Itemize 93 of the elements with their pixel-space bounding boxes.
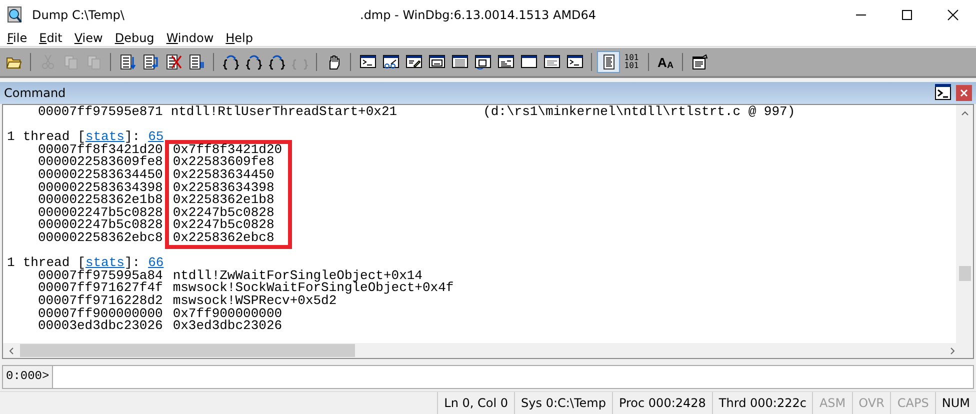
thread-id-link[interactable]: 66	[148, 257, 164, 270]
status-field: Thrd 000:222c	[712, 392, 812, 414]
stack-address: 00007ff9716228d2	[38, 294, 163, 308]
pane-title: Command	[4, 86, 66, 100]
status-field: NUM	[934, 392, 976, 414]
stack-address: 00003ed3dbc23026	[38, 320, 163, 333]
stack-address: 00007ff8f3421d20	[38, 144, 163, 156]
bracket-text: [	[78, 131, 86, 144]
stack-address: 000002258362e1b8	[38, 194, 163, 207]
menu-item[interactable]: Debug	[108, 30, 160, 46]
stack-symbol: 0x7ff900000000	[172, 308, 282, 320]
stack-symbol: 0x2247b5c0828	[172, 219, 274, 232]
scroll-right-icon	[950, 346, 955, 354]
page-icon	[600, 54, 616, 70]
horizontal-scrollbar[interactable]	[2, 343, 974, 359]
stack-symbol: 0x2258362ebc8	[172, 232, 274, 245]
stack-address: 0000022583609fe8	[38, 156, 163, 169]
stack-symbol: 0x3ed3dbc23026	[172, 320, 282, 333]
stack-symbol: 0x22583609fe8	[172, 156, 274, 169]
blank-window-icon	[520, 54, 536, 70]
thread-count: 1	[7, 257, 15, 270]
close-icon	[947, 9, 959, 21]
window-title: .dmp - WinDbg:6.13.0014.1513 AMD64	[360, 8, 596, 22]
stack-symbol: mswsock!WSPRecv+0x5d2	[172, 294, 337, 308]
stack-address: 00007ff900000000	[38, 308, 163, 320]
status-field: ASM	[812, 392, 852, 414]
prompt-window-icon	[360, 54, 376, 70]
list-bars-icon	[188, 54, 204, 70]
prompt-window-button[interactable]	[934, 84, 952, 102]
scrollbar-thumb[interactable]	[958, 266, 970, 281]
braces-arrow-icon	[222, 54, 238, 70]
list-loop-icon	[142, 54, 158, 70]
stack-address: 00007ff971627f4f	[38, 282, 163, 295]
stack-address: 00007ff975995a84	[38, 270, 163, 282]
list-arrow-icon	[120, 54, 136, 70]
page-button[interactable]	[597, 51, 620, 73]
stacked-windows-icon	[474, 54, 490, 70]
stack-address: 000002247b5c0828	[38, 219, 163, 232]
stats-link[interactable]: stats	[85, 131, 124, 144]
bracket-text: ]:	[124, 131, 140, 144]
thread-count: 1	[7, 131, 15, 144]
scroll-up-icon	[960, 111, 968, 116]
menu-item[interactable]: Window	[160, 30, 220, 46]
thread-label: thread	[22, 257, 70, 270]
options-window-icon	[692, 54, 708, 70]
menu-item[interactable]: Help	[220, 30, 260, 46]
bracket-text: [	[78, 257, 86, 270]
stack-symbol: 0x22583634398	[172, 182, 274, 194]
stack-address: 0000022583634398	[38, 182, 163, 194]
status-field: Proc 000:2428	[612, 392, 712, 414]
scrollbar-thumb[interactable]	[20, 344, 355, 357]
paste-icon	[86, 54, 102, 70]
list-cross-icon	[166, 54, 182, 70]
magnifier-app-icon	[6, 6, 24, 24]
braces-arrow-icon	[246, 54, 262, 70]
prompt-window-icon	[566, 54, 582, 70]
stack-symbol: 0x2258362e1b8	[172, 194, 274, 207]
status-field: Ln 0, Col 0	[437, 392, 514, 414]
stack-symbol: ntdll!ZwWaitForSingleObject+0x14	[172, 270, 422, 282]
thread-label: thread	[22, 131, 70, 144]
stack-symbol: 0x2247b5c0828	[172, 206, 274, 220]
menu-item[interactable]: View	[68, 30, 109, 46]
braces-arrow-icon	[268, 54, 284, 70]
stack-symbol: 0x22583634450	[172, 168, 274, 182]
stack-address: 00007ff97595e871	[38, 106, 163, 119]
code-window-icon	[498, 54, 514, 70]
copy-icon	[62, 54, 78, 70]
pencil-window-icon	[406, 54, 422, 70]
list-window-icon	[452, 54, 468, 70]
stats-link[interactable]: stats	[85, 257, 124, 270]
status-field: Sys 0:C:\Temp	[514, 392, 612, 414]
status-field: CAPS	[890, 392, 935, 414]
hex-toggle-button[interactable]: 101 101	[620, 51, 643, 73]
stack-address: 0000022583634450	[38, 168, 163, 182]
stack-address: 000002258362ebc8	[38, 232, 163, 245]
source-location: (d:\rs1\minkernel\ntdll\rtlstrt.c @ 997)	[483, 106, 796, 119]
menu-item[interactable]: Edit	[33, 30, 68, 46]
stack-address: 000002247b5c0828	[38, 206, 163, 220]
bracket-text: ]:	[124, 257, 140, 270]
thread-id-link[interactable]: 65	[148, 131, 164, 144]
vertical-scrollbar[interactable]	[956, 105, 973, 343]
close-icon	[960, 89, 968, 97]
stack-symbol: 0x7ff8f3421d20	[172, 144, 282, 156]
stack-symbol: mswsock!SockWaitForSingleObject+0x4f	[172, 282, 454, 295]
scroll-left-icon	[9, 346, 14, 354]
menu-item[interactable]: File	[1, 30, 34, 46]
status-field: OVR	[852, 392, 890, 414]
lines-window-icon	[544, 54, 560, 70]
window-title: Dump C:\Temp\	[32, 8, 124, 22]
maximize-icon	[901, 9, 913, 21]
hex-window-icon	[428, 54, 444, 70]
stack-symbol: ntdll!RtlUserThreadStart+0x21	[170, 106, 398, 119]
glasses-window-icon	[382, 54, 398, 70]
